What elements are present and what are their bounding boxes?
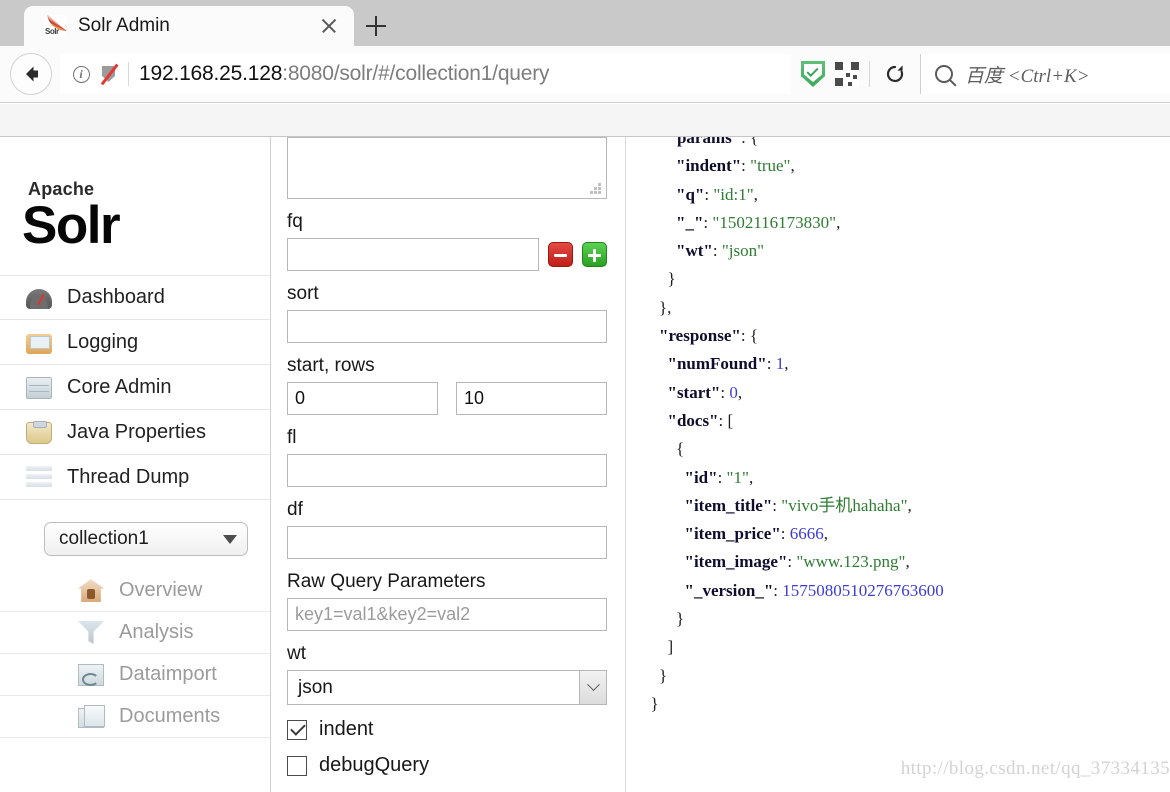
new-tab-button[interactable] (354, 6, 398, 46)
solr-sunburst-icon (141, 163, 237, 259)
q-textarea-wrapper[interactable] (287, 137, 607, 199)
sidebar-item-analysis[interactable]: Analysis (0, 612, 270, 654)
sidebar-item-documents[interactable]: Documents (0, 696, 270, 738)
fq-label: fq (287, 211, 303, 232)
logo-solr-text: Solr (22, 196, 121, 255)
plus-icon[interactable] (582, 242, 607, 267)
sidebar-item-label: Overview (119, 579, 203, 601)
sidebar-item-overview[interactable]: Overview (0, 570, 270, 612)
df-label: df (287, 499, 303, 520)
debugquery-label: debugQuery (319, 754, 430, 776)
query-form: fq sort start, rows fl df Raw Query P (271, 137, 626, 792)
page-body: Apache Solr Dashboard Logging Core Admin (0, 137, 1170, 792)
back-arrow-icon[interactable] (10, 53, 52, 95)
toolbar-divider (869, 61, 870, 87)
df-input[interactable] (287, 526, 607, 559)
sidebar-item-label: Documents (119, 705, 221, 727)
sidebar-item-dashboard[interactable]: Dashboard (0, 275, 270, 320)
raw-query-label: Raw Query Parameters (287, 571, 486, 592)
solr-favicon-icon: Solr (44, 15, 66, 37)
sidebar-item-label: Logging (67, 330, 139, 353)
close-icon[interactable] (314, 11, 344, 41)
sidebar-item-java-properties[interactable]: Java Properties (0, 410, 270, 455)
dataimport-icon (78, 664, 104, 686)
broken-lock-icon[interactable] (96, 61, 122, 87)
overview-icon (78, 579, 104, 602)
analysis-icon (78, 621, 104, 644)
sort-label: sort (287, 283, 319, 304)
sidebar-item-label: Dataimport (119, 663, 217, 685)
sidebar-item-thread-dump[interactable]: Thread Dump (0, 455, 270, 500)
start-rows-row (287, 382, 607, 415)
sidebar-item-label: Thread Dump (67, 465, 190, 488)
minus-icon[interactable] (548, 242, 573, 267)
collection-selector[interactable]: collection1 (44, 522, 248, 556)
thread-dump-icon (26, 465, 52, 489)
start-input[interactable] (287, 382, 438, 415)
browser-navbar: i 192.168.25.128:8080/solr/#/collection1… (0, 46, 1170, 103)
wt-label: wt (287, 643, 306, 664)
indent-label: indent (319, 718, 374, 740)
sidebar-item-label: Java Properties (67, 420, 206, 443)
wt-select-value: json (298, 676, 333, 698)
dashboard-icon (26, 289, 52, 309)
rows-input[interactable] (456, 382, 607, 415)
url-text: 192.168.25.128:8080/solr/#/collection1/q… (139, 62, 549, 86)
url-divider (128, 62, 129, 86)
response-json: "params": { "indent": "true", "q": "id:1… (650, 137, 944, 713)
url-path: :8080/solr/#/collection1/query (282, 62, 550, 85)
resize-grip-icon[interactable] (590, 183, 602, 195)
fq-input[interactable] (287, 238, 539, 271)
chevron-down-icon (579, 671, 606, 704)
toolbar-icons (791, 59, 920, 89)
url-bar[interactable]: i 192.168.25.128:8080/solr/#/collection1… (60, 54, 791, 94)
sidebar: Apache Solr Dashboard Logging Core Admin (0, 137, 271, 792)
indent-checkbox[interactable] (287, 719, 307, 740)
fl-input[interactable] (287, 454, 607, 487)
sidebar-item-label: Analysis (119, 621, 194, 643)
q-textarea[interactable] (288, 138, 606, 198)
sidebar-subnav: Overview Analysis Dataimport Documents (0, 570, 270, 738)
reload-icon[interactable] (880, 59, 910, 89)
browser-window: Solr Solr Admin i 192.168.25.128:8080/so… (0, 0, 1170, 792)
shield-icon[interactable] (801, 61, 825, 87)
chevron-down-icon (223, 534, 237, 544)
browser-tab[interactable]: Solr Solr Admin (24, 6, 354, 46)
page-content: Apache Solr Dashboard Logging Core Admin (0, 104, 1170, 792)
sidebar-item-label: Core Admin (67, 375, 172, 398)
raw-query-input[interactable] (287, 598, 607, 631)
url-host: 192.168.25.128 (139, 62, 283, 85)
debugquery-checkbox[interactable] (287, 755, 307, 776)
sidebar-nav: Dashboard Logging Core Admin Java Proper… (0, 275, 270, 500)
search-icon (935, 65, 953, 83)
sidebar-item-core-admin[interactable]: Core Admin (0, 365, 270, 410)
page-top-strip (0, 104, 1170, 137)
logging-icon (26, 333, 52, 354)
core-admin-icon (26, 376, 52, 399)
response-panel: "params": { "indent": "true", "q": "id:1… (626, 137, 1170, 792)
start-rows-label: start, rows (287, 355, 375, 376)
documents-icon (78, 705, 105, 728)
browser-search-box[interactable]: 百度 <Ctrl+K> (920, 54, 1170, 94)
sort-input[interactable] (287, 310, 607, 343)
tab-title: Solr Admin (78, 15, 170, 36)
indent-checkbox-row[interactable]: indent (287, 718, 607, 741)
browser-tabstrip: Solr Solr Admin (0, 0, 1170, 46)
info-circle-icon[interactable]: i (68, 61, 94, 87)
sidebar-item-logging[interactable]: Logging (0, 320, 270, 365)
fq-row (287, 238, 607, 271)
qr-code-icon[interactable] (835, 62, 859, 86)
collection-selector-value: collection1 (59, 528, 149, 549)
sidebar-item-dataimport[interactable]: Dataimport (0, 654, 270, 696)
watermark-text: http://blog.csdn.net/qq_37334135 (900, 758, 1170, 779)
java-properties-icon (26, 420, 52, 444)
sidebar-item-label: Dashboard (67, 286, 165, 308)
search-placeholder: 百度 <Ctrl+K> (965, 65, 1090, 87)
wt-select[interactable]: json (287, 670, 607, 705)
debugquery-checkbox-row[interactable]: debugQuery (287, 754, 607, 777)
fl-label: fl (287, 427, 297, 448)
solr-logo[interactable]: Apache Solr (22, 161, 237, 261)
